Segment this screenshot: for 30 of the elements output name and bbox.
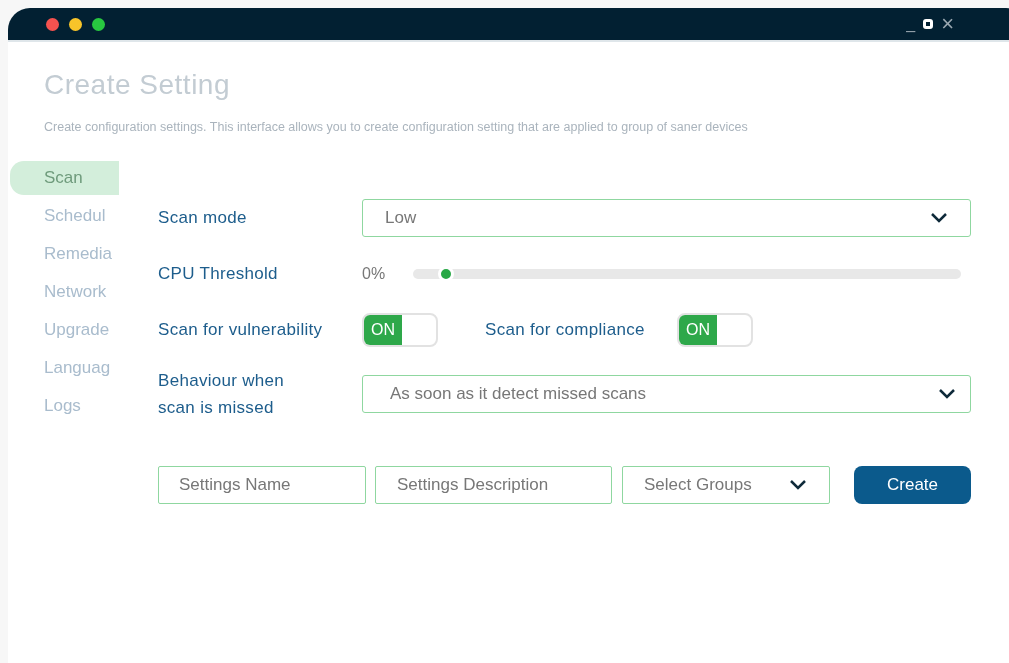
missed-scan-label: Behaviour when scan is missed bbox=[158, 369, 286, 419]
sidebar-item[interactable]: Network bbox=[10, 274, 119, 309]
toggle-switch[interactable]: ON bbox=[677, 312, 753, 347]
scan-compliance-label: Scan for compliance bbox=[485, 319, 646, 341]
settings-description-field[interactable]: Settings Description bbox=[375, 465, 612, 504]
cpu-threshold-label: CPU Threshold bbox=[158, 263, 279, 285]
sidebar-item[interactable]: Schedul bbox=[10, 198, 119, 233]
scan-mode-label: Scan mode bbox=[158, 207, 248, 229]
close-button[interactable]: × bbox=[941, 13, 954, 35]
chevron-down-icon bbox=[789, 478, 807, 491]
sidebar-item[interactable]: Logs bbox=[10, 388, 119, 423]
sidebar-item[interactable]: Languag bbox=[10, 350, 119, 385]
create-button[interactable]: Create bbox=[854, 465, 971, 504]
chevron-down-icon bbox=[930, 211, 948, 224]
page-subtitle: Create configuration settings. This interface allows you to create configuration setting that are applied to group of saner devices bbox=[44, 119, 749, 136]
chevron-down-icon bbox=[938, 387, 956, 400]
missed-scan-dropdown[interactable]: As soon as it detect missed scans bbox=[362, 374, 971, 413]
sidebar-item[interactable]: Upgrade bbox=[10, 312, 119, 347]
cpu-threshold-reading: 0% bbox=[362, 263, 387, 284]
restore-icon[interactable] bbox=[923, 19, 934, 29]
settings-name-field[interactable]: Settings Name bbox=[158, 465, 366, 504]
groups-dropdown[interactable]: Select Groups bbox=[622, 465, 830, 504]
scan-mode-dropdown[interactable]: Low bbox=[362, 198, 971, 237]
sidebar-item[interactable]: Remedia bbox=[10, 236, 119, 271]
toggle-switch[interactable]: ON bbox=[362, 312, 438, 347]
sidebar-item[interactable]: Scan bbox=[10, 160, 119, 195]
minimize-button[interactable]: _ bbox=[906, 16, 916, 32]
cpu-threshold-slider[interactable] bbox=[413, 268, 961, 279]
scan-vulnerability-label: Scan for vulnerability bbox=[158, 319, 324, 341]
page-title: Create Setting bbox=[44, 68, 231, 102]
